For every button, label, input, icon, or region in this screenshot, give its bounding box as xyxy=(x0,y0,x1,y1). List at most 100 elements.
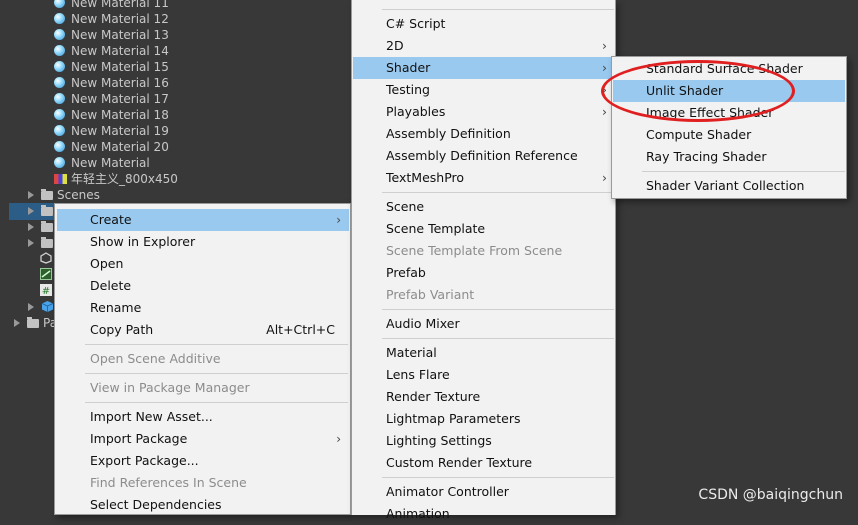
menu-item-unlit-shader[interactable]: Unlit Shader xyxy=(613,80,845,102)
menu-item-label: Prefab Variant xyxy=(386,287,475,302)
menu-item-rename[interactable]: Rename xyxy=(57,297,349,319)
menu-item-view-in-package-manager[interactable]: View in Package Manager xyxy=(57,377,349,399)
menu-item-label: 2D xyxy=(386,38,404,53)
chevron-right-icon: › xyxy=(336,213,341,227)
menu-item-open-scene-additive[interactable]: Open Scene Additive xyxy=(57,348,349,370)
menu-item-label: Shader Variant Collection xyxy=(646,178,805,193)
menu-item-render-texture[interactable]: Render Texture xyxy=(353,386,615,408)
menu-item-lightmap-parameters[interactable]: Lightmap Parameters xyxy=(353,408,615,430)
menu-item-scene-template[interactable]: Scene Template xyxy=(353,218,615,240)
menu-separator xyxy=(382,9,614,10)
svg-text:#: # xyxy=(42,286,50,296)
shortcut-label: Alt+Ctrl+C xyxy=(266,322,335,337)
asset-item[interactable]: New Material 18 xyxy=(54,107,169,123)
menu-item-label: Custom Render Texture xyxy=(386,455,533,470)
menu-item-animation[interactable]: Animation xyxy=(353,503,615,525)
menu-item-material[interactable]: Material xyxy=(353,342,615,364)
menu-item-playables[interactable]: Playables › xyxy=(353,101,615,123)
material-icon xyxy=(54,0,65,8)
menu-item-show-in-explorer[interactable]: Show in Explorer xyxy=(57,231,349,253)
asset-item[interactable]: New Material 20 xyxy=(54,139,169,155)
asset-item[interactable]: New Material 16 xyxy=(54,75,169,91)
asset-label: New Material 14 xyxy=(71,44,169,58)
asset-label: New Material 19 xyxy=(71,124,169,138)
asset-item[interactable]: New Material 19 xyxy=(54,123,169,139)
menu-item-scene[interactable]: Scene xyxy=(353,196,615,218)
folder-scenes[interactable]: Scenes xyxy=(28,187,100,203)
menu-item-open[interactable]: Open xyxy=(57,253,349,275)
menu-item-custom-render-texture[interactable]: Custom Render Texture xyxy=(353,452,615,474)
menu-item-shader-variant-collection[interactable]: Shader Variant Collection xyxy=(613,175,845,197)
menu-item-label: Shader xyxy=(386,60,431,75)
folder-item[interactable] xyxy=(28,235,57,251)
menu-item-label: Scene Template xyxy=(386,221,486,236)
menu-item-image-effect-shader[interactable]: Image Effect Shader xyxy=(613,102,845,124)
menu-item-shader[interactable]: Shader › xyxy=(353,57,615,79)
menu-item-label: C# Script xyxy=(386,16,446,31)
material-icon xyxy=(54,109,65,120)
asset-label: 年轻主义_800x450 xyxy=(71,172,178,186)
folder-packages[interactable]: Pa xyxy=(14,315,57,331)
folder-icon xyxy=(41,221,53,232)
expand-arrow-icon[interactable] xyxy=(28,303,34,311)
menu-item-scene-template-from-scene[interactable]: Scene Template From Scene xyxy=(353,240,615,262)
expand-arrow-icon[interactable] xyxy=(28,207,34,215)
menu-item-csharp-script[interactable]: C# Script xyxy=(353,13,615,35)
unity-logo-icon xyxy=(40,252,52,264)
menu-item-label: Find References In Scene xyxy=(90,475,247,490)
menu-item-textmeshpro[interactable]: TextMeshPro › xyxy=(353,167,615,189)
asset-label: New Material 16 xyxy=(71,76,169,90)
asset-item[interactable]: New Material 11 xyxy=(54,0,169,11)
menu-item-2d[interactable]: 2D › xyxy=(353,35,615,57)
menu-item-prefab-variant[interactable]: Prefab Variant xyxy=(353,284,615,306)
menu-item-copy-path[interactable]: Copy Path Alt+Ctrl+C xyxy=(57,319,349,341)
menu-item-label: Import Package xyxy=(90,431,188,446)
menu-item-export-package[interactable]: Export Package... xyxy=(57,450,349,472)
menu-item-label: Animator Controller xyxy=(386,484,509,499)
menu-item-find-references[interactable]: Find References In Scene xyxy=(57,472,349,494)
asset-label: New Material 12 xyxy=(71,12,169,26)
asset-item[interactable]: New Material xyxy=(54,155,150,171)
menu-item-create[interactable]: Create › xyxy=(57,209,349,231)
menu-item-import-new-asset[interactable]: Import New Asset... xyxy=(57,406,349,428)
menu-item-testing[interactable]: Testing › xyxy=(353,79,615,101)
menu-item-label: Audio Mixer xyxy=(386,316,460,331)
material-icon xyxy=(54,125,65,136)
menu-item-ray-tracing-shader[interactable]: Ray Tracing Shader xyxy=(613,146,845,168)
expand-arrow-icon[interactable] xyxy=(28,191,34,199)
menu-item-assembly-definition-reference[interactable]: Assembly Definition Reference xyxy=(353,145,615,167)
expand-arrow-icon[interactable] xyxy=(14,319,20,327)
menu-item-audio-mixer[interactable]: Audio Mixer xyxy=(353,313,615,335)
folder-icon xyxy=(41,237,53,248)
menu-item-label: Assembly Definition Reference xyxy=(386,148,578,163)
menu-item-lighting-settings[interactable]: Lighting Settings xyxy=(353,430,615,452)
folder-item[interactable] xyxy=(28,219,57,235)
asset-item[interactable]: 年轻主义_800x450 xyxy=(54,171,178,187)
material-icon xyxy=(54,141,65,152)
expand-arrow-icon[interactable] xyxy=(28,239,34,247)
prefab-item[interactable] xyxy=(28,299,54,315)
asset-label: New Material 15 xyxy=(71,60,169,74)
menu-item-select-dependencies[interactable]: Select Dependencies xyxy=(57,494,349,516)
menu-separator xyxy=(85,402,348,403)
expand-arrow-icon[interactable] xyxy=(28,223,34,231)
menu-item-standard-surface-shader[interactable]: Standard Surface Shader xyxy=(613,58,845,80)
asset-item[interactable]: New Material 13 xyxy=(54,27,169,43)
folder-item[interactable] xyxy=(28,203,57,219)
menu-separator xyxy=(382,338,614,339)
menu-item-lens-flare[interactable]: Lens Flare xyxy=(353,364,615,386)
asset-item[interactable]: New Material 12 xyxy=(54,11,169,27)
asset-item[interactable]: New Material 14 xyxy=(54,43,169,59)
menu-item-label: Create xyxy=(90,212,132,227)
menu-item-assembly-definition[interactable]: Assembly Definition xyxy=(353,123,615,145)
menu-item-animator-controller[interactable]: Animator Controller xyxy=(353,481,615,503)
chevron-right-icon: › xyxy=(336,432,341,446)
menu-item-delete[interactable]: Delete xyxy=(57,275,349,297)
menu-item-compute-shader[interactable]: Compute Shader xyxy=(613,124,845,146)
asset-item[interactable]: New Material 17 xyxy=(54,91,169,107)
menu-item-label: Scene xyxy=(386,199,425,214)
menu-item-label: Ray Tracing Shader xyxy=(646,149,767,164)
asset-item[interactable]: New Material 15 xyxy=(54,59,169,75)
menu-item-prefab[interactable]: Prefab xyxy=(353,262,615,284)
menu-item-import-package[interactable]: Import Package › xyxy=(57,428,349,450)
